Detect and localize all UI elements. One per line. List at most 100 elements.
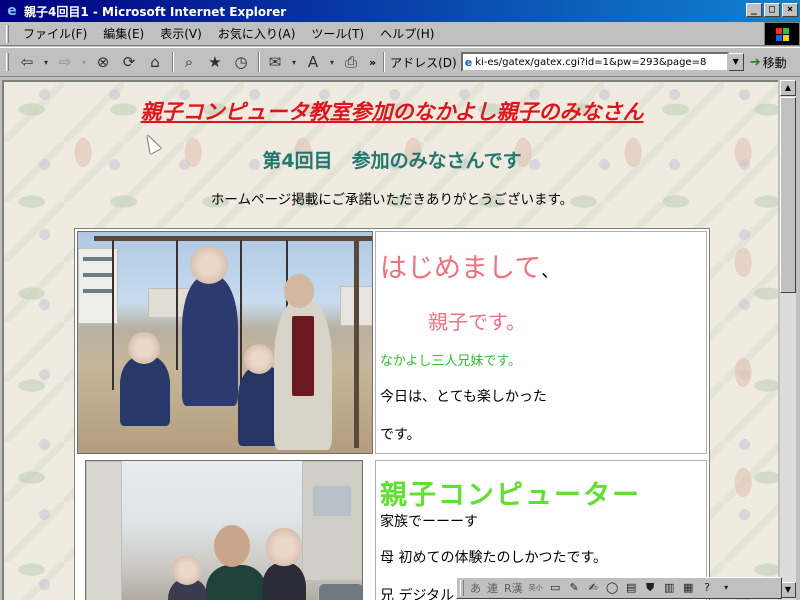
scroll-up-button[interactable]: ▲ — [780, 80, 796, 96]
siblings-text: なかよし三人兄妹です。 — [380, 354, 522, 369]
ie-logo-icon: e — [7, 3, 17, 19]
person-mother — [206, 565, 266, 600]
ime-circle-icon[interactable]: ◯ — [604, 580, 621, 597]
row1-text-cell: はじめまして、 親子です。 なかよし三人兄妹です。 今日は、とても楽しかった で… — [375, 231, 707, 454]
maximize-button[interactable]: □ — [764, 3, 780, 17]
family-name-text: 親子です。 — [428, 310, 526, 334]
face — [214, 525, 250, 567]
blurred-face — [190, 246, 228, 284]
toolbar-separator — [258, 52, 260, 72]
building — [302, 461, 362, 581]
toolbar-separator — [172, 52, 174, 72]
forward-arrow-icon[interactable]: ⇨ — [53, 51, 77, 73]
toolbar: ⇦ ▾ ⇨ ▾ ⊗ ⟳ ⌂ ⌕ ★ ◷ ✉ ▾ A ▾ ⎙ » アドレス(D) … — [0, 47, 800, 77]
row2-line2: 母 初めての体験たのしかつたです。 — [380, 550, 608, 566]
ime-shield-icon[interactable]: ⛊ — [642, 580, 659, 597]
ime-pen-icon[interactable]: ✎ — [566, 580, 583, 597]
favorites-icon[interactable]: ★ — [203, 51, 227, 73]
family-photo-street — [85, 460, 363, 600]
blurred-face — [244, 344, 274, 374]
address-label: アドレス(D) — [390, 55, 457, 70]
greeting-comma: 、 — [541, 261, 560, 282]
menu-edit[interactable]: 編集(E) — [95, 25, 152, 42]
dropdown-arrow-icon[interactable]: ▾ — [79, 51, 89, 73]
go-arrow-icon: ➔ — [749, 54, 761, 70]
ime-pad-icon[interactable]: ▭ — [547, 580, 564, 597]
menu-tools[interactable]: ツール(T) — [303, 25, 372, 42]
row2-line3: 兄 デジタル — [380, 588, 455, 600]
dropdown-arrow-icon[interactable]: ▾ — [41, 51, 51, 73]
greeting-text: はじめまして、 — [380, 246, 559, 285]
family-table: はじめまして、 親子です。 なかよし三人兄妹です。 今日は、とても楽しかった で… — [74, 228, 710, 600]
page-icon: e — [464, 55, 473, 69]
row2-title: 親子コンピューター — [380, 480, 641, 511]
ime-dictionary-icon[interactable]: ▥ — [661, 580, 678, 597]
blurred-face — [172, 555, 202, 585]
ime-toolbar: あ 連 R漢 英小 ▭ ✎ ✍ ◯ ▤ ⛊ ▥ ▦ ? ▾ — [456, 577, 782, 599]
car — [318, 583, 362, 600]
stop-icon[interactable]: ⊗ — [91, 51, 115, 73]
print-icon[interactable]: ⎙ — [339, 51, 363, 73]
building — [86, 461, 122, 600]
page-heading-link[interactable]: 親子コンピュータ教室参加のなかよし親子のみなさん — [4, 96, 778, 126]
history-icon[interactable]: ◷ — [229, 51, 253, 73]
ime-kanji-key[interactable]: R漢 — [501, 580, 526, 596]
go-button[interactable]: ➔ 移動 — [750, 54, 787, 71]
address-value: ki-es/gatex/gatex.cgi?id=1&pw=293&page=8 — [475, 56, 707, 68]
menu-help[interactable]: ヘルプ(H) — [372, 25, 442, 42]
greeting-hello: はじめまして — [380, 253, 542, 284]
page-subheading: 第4回目 参加のみなさんです — [262, 150, 522, 172]
today-text: 今日は、とても楽しかった — [380, 389, 547, 405]
ime-soft-keyboard-icon[interactable]: ▤ — [623, 580, 640, 597]
window-titlebar[interactable]: e 親子4回目1 - Microsoft Internet Explorer _… — [0, 0, 800, 22]
dropdown-arrow-icon[interactable]: ▾ — [289, 51, 299, 73]
ime-properties-icon[interactable]: ▦ — [680, 580, 697, 597]
minimize-button[interactable]: _ — [746, 3, 762, 17]
ime-help-icon[interactable]: ? — [699, 580, 716, 597]
mail-icon[interactable]: ✉ — [263, 51, 287, 73]
font-size-icon[interactable]: A — [301, 51, 325, 73]
thanks-message: ホームページ掲載にご承諾いただきありがとうございます。 — [210, 192, 574, 208]
family-photo-swings — [77, 231, 373, 454]
vertical-scrollbar[interactable]: ▲ ▼ — [780, 80, 796, 600]
window-title: 親子4回目1 - Microsoft Internet Explorer — [24, 4, 287, 19]
ime-hiragana-key[interactable]: あ — [467, 580, 484, 596]
desu-text: です。 — [380, 427, 421, 443]
page-viewport[interactable]: 親子コンピュータ教室参加のなかよし親子のみなさん 第4回目 参加のみなさんです … — [2, 80, 778, 600]
dropdown-arrow-icon[interactable]: ▾ — [327, 51, 337, 73]
search-icon[interactable]: ⌕ — [177, 51, 201, 73]
go-label: 移動 — [762, 55, 787, 70]
address-dropdown-button[interactable]: ▼ — [727, 53, 744, 71]
ime-alpha-key[interactable]: 英小 — [526, 583, 546, 593]
ime-grip[interactable] — [460, 580, 464, 596]
toolbar-grip[interactable] — [6, 53, 9, 71]
blurred-face — [266, 527, 302, 567]
menu-file[interactable]: ファイル(F) — [15, 25, 95, 42]
swing-bar — [94, 236, 372, 241]
ime-convert-mode-key[interactable]: 連 — [484, 580, 501, 596]
menu-favorites[interactable]: お気に入り(A) — [210, 25, 304, 42]
menu-bar: ファイル(F) 編集(E) 表示(V) お気に入り(A) ツール(T) ヘルプ(… — [0, 22, 800, 46]
address-input[interactable]: e ki-es/gatex/gatex.cgi?id=1&pw=293&page… — [460, 52, 729, 72]
person-boy — [182, 276, 238, 406]
row2-line1: 家族でーーーす — [380, 514, 478, 530]
close-button[interactable]: × — [782, 3, 798, 17]
toolbar-more-chevron[interactable]: » — [369, 56, 376, 69]
person-girl — [120, 356, 170, 426]
menu-view[interactable]: 表示(V) — [152, 25, 210, 42]
scroll-thumb[interactable] — [780, 97, 796, 293]
blurred-face — [128, 332, 160, 364]
face — [284, 274, 314, 308]
toolbar-separator — [383, 52, 386, 72]
windows-logo-icon — [764, 22, 800, 46]
scroll-down-button[interactable]: ▼ — [780, 582, 796, 598]
ime-menu-icon[interactable]: ▾ — [718, 580, 735, 597]
back-arrow-icon[interactable]: ⇦ — [15, 51, 39, 73]
ime-handwriting-icon[interactable]: ✍ — [585, 580, 602, 597]
home-icon[interactable]: ⌂ — [143, 51, 167, 73]
refresh-icon[interactable]: ⟳ — [117, 51, 141, 73]
menubar-grip[interactable] — [6, 24, 9, 43]
table-row: はじめまして、 親子です。 なかよし三人兄妹です。 今日は、とても楽しかった で… — [75, 229, 709, 457]
window-border — [796, 80, 800, 600]
person-child — [262, 563, 306, 600]
